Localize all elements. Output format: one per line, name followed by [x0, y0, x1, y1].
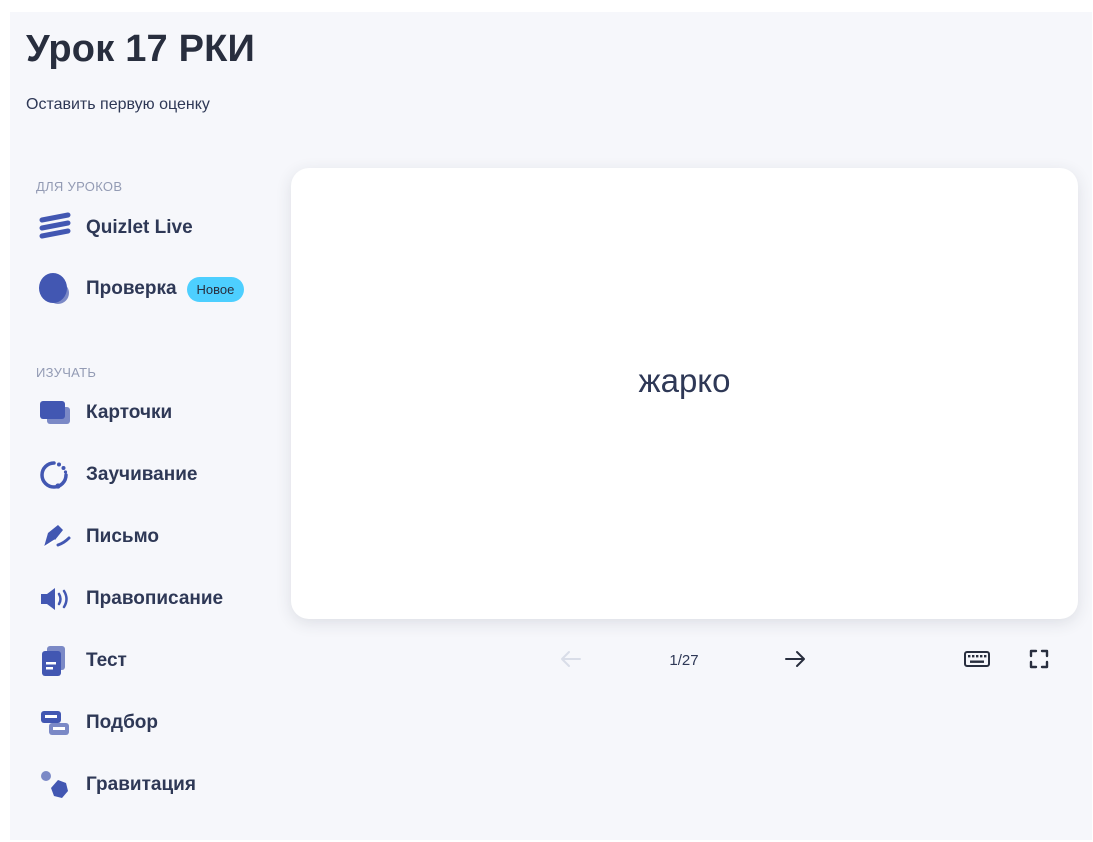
sidebar-item-label: Тест	[86, 650, 127, 671]
study-set-panel: Урок 17 РКИ Оставить первую оценку ДЛЯ У…	[10, 12, 1092, 840]
write-icon	[38, 519, 74, 555]
fullscreen-button[interactable]	[1024, 646, 1054, 676]
sidebar-item-test[interactable]: Тест	[38, 641, 127, 681]
arrow-left-icon	[559, 649, 583, 674]
sidebar-item-label: Проверка	[86, 278, 177, 299]
new-badge: Новое	[186, 276, 245, 302]
sidebar-item-label: Письмо	[86, 526, 159, 547]
flashcard[interactable]: жарко	[291, 168, 1078, 619]
gravity-icon	[38, 767, 74, 803]
prev-card-button[interactable]	[556, 646, 586, 676]
keyboard-icon	[963, 649, 991, 674]
sidebar-item-learn[interactable]: Заучивание	[38, 455, 197, 495]
sidebar-item-label: Гравитация	[86, 774, 196, 795]
test-icon	[38, 643, 74, 679]
rate-link[interactable]: Оставить первую оценку	[26, 96, 210, 114]
section-label-lessons: ДЛЯ УРОКОВ	[36, 179, 123, 194]
sidebar-item-quizlet-live[interactable]: Quizlet Live	[38, 208, 193, 248]
checkpoint-icon	[38, 271, 74, 307]
sidebar-item-label: Карточки	[86, 402, 173, 423]
page-title: Урок 17 РКИ	[26, 28, 256, 70]
card-term: жарко	[638, 361, 731, 399]
sidebar-item-label: Подбор	[86, 712, 159, 733]
card-counter: 1/27	[669, 652, 699, 669]
fullscreen-icon	[1028, 648, 1050, 675]
quizlet-live-icon	[38, 210, 74, 246]
spell-icon	[38, 581, 74, 617]
sidebar-item-write[interactable]: Письмо	[38, 517, 159, 557]
sidebar-item-label: Правописание	[86, 588, 224, 609]
sidebar-item-spell[interactable]: Правописание	[38, 579, 223, 619]
match-icon	[38, 705, 74, 741]
sidebar-item-gravity[interactable]: Гравитация	[38, 765, 196, 805]
arrow-right-icon	[783, 649, 807, 674]
sidebar-item-label: Заучивание	[86, 464, 198, 485]
sidebar-item-match[interactable]: Подбор	[38, 703, 158, 743]
learn-icon	[38, 457, 74, 493]
flashcards-icon	[38, 395, 74, 431]
sidebar-item-checkpoint[interactable]: Проверка Новое	[38, 269, 245, 309]
next-card-button[interactable]	[780, 646, 810, 676]
keyboard-shortcuts-button[interactable]	[960, 646, 994, 676]
section-label-study: ИЗУЧАТЬ	[36, 365, 97, 380]
sidebar-item-flashcards[interactable]: Карточки	[38, 393, 172, 433]
sidebar-item-label: Quizlet Live	[86, 217, 193, 238]
